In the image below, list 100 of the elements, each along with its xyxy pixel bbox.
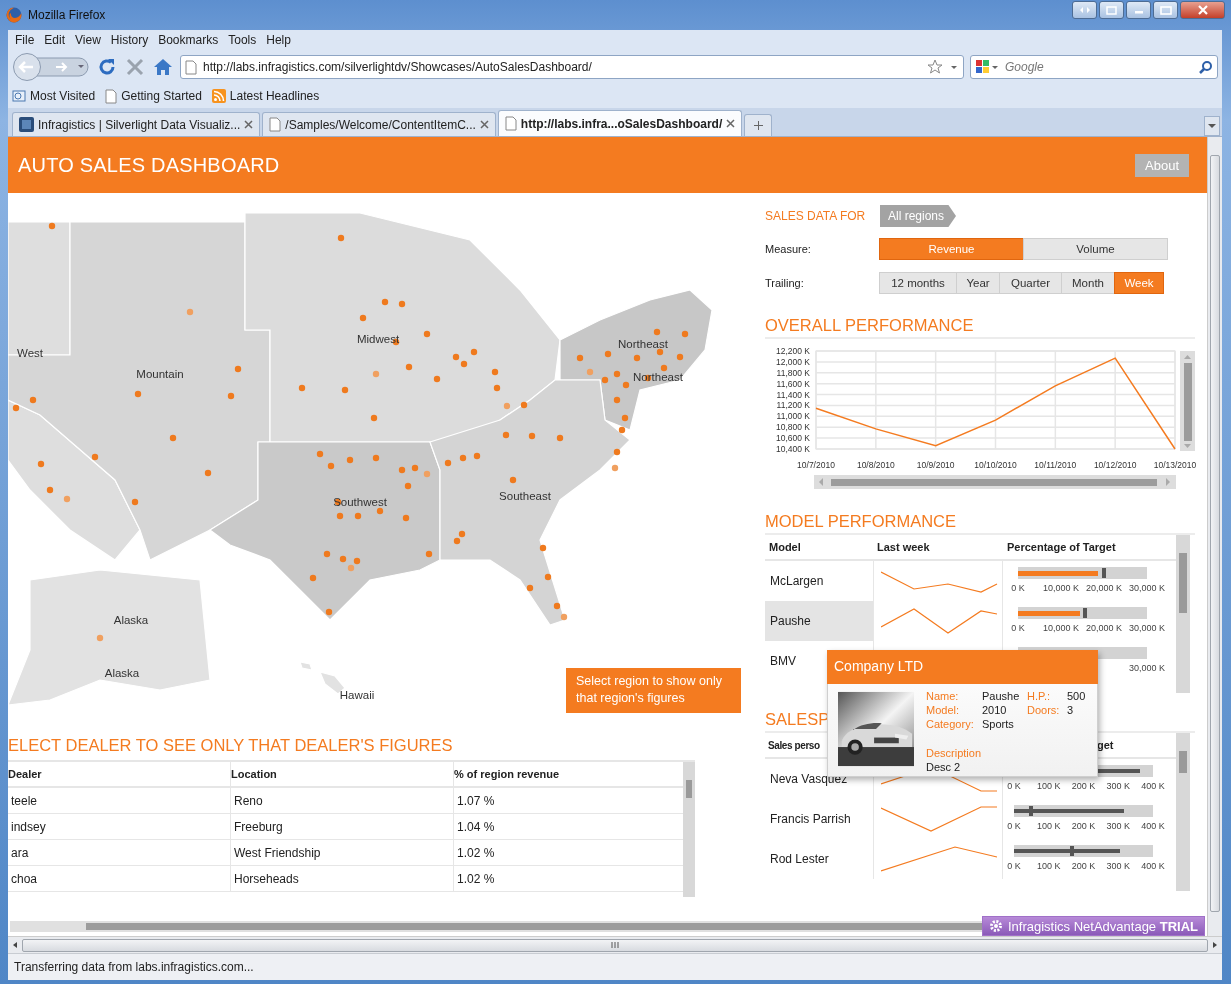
table-cell: West Friendship	[230, 840, 453, 866]
browser-tab[interactable]: Infragistics | Silverlight Data Visualiz...	[12, 112, 261, 136]
address-field[interactable]: http://labs.infragistics.com/silverlightdv/Showcases/AutoSalesDashboard/	[180, 55, 964, 79]
scrollbar[interactable]	[1180, 351, 1195, 451]
search-field[interactable]: Google	[1003, 59, 1195, 75]
axis-label: 400 K	[1141, 821, 1165, 831]
close-icon	[1196, 5, 1209, 15]
new-tab-button[interactable]	[744, 114, 773, 136]
axis-label: 300 K	[1106, 821, 1130, 831]
menu-item[interactable]: View	[70, 33, 106, 47]
period-toggle[interactable]: Month	[1061, 272, 1115, 294]
region-label: Southwest	[333, 496, 387, 508]
home-button[interactable]	[152, 56, 174, 78]
table-cell: Horseheads	[230, 866, 453, 892]
close-button[interactable]	[1180, 1, 1225, 19]
axis-label: 10/8/2010	[856, 460, 895, 470]
browser-tab[interactable]: /Samples/Welcome/ContentItemC...	[262, 112, 496, 136]
location-dots-drawing[interactable]	[12, 222, 689, 642]
table-cell: ara	[8, 840, 230, 866]
bookmark-link[interactable]: Most Visited	[30, 89, 96, 103]
axis-label: 10/10/2010	[974, 460, 1017, 470]
menu-item[interactable]: File	[10, 33, 40, 47]
menu-item[interactable]: Edit	[39, 33, 71, 47]
scrollbar[interactable]	[1176, 535, 1190, 693]
table-cell: choa	[8, 866, 230, 892]
table-cell: teele	[8, 788, 230, 814]
menu-item[interactable]: Bookmarks	[153, 33, 224, 47]
page-icon	[269, 117, 282, 132]
site-logo-icon	[19, 117, 34, 132]
axis-label: 30,000 K	[1129, 583, 1165, 593]
menu-item[interactable]: Help	[261, 33, 296, 47]
page-icon	[185, 59, 197, 75]
region-label: Alaska	[104, 667, 140, 679]
axis-label: 100 K	[1037, 781, 1061, 791]
column-header[interactable]: Location	[230, 762, 453, 788]
axis-label: 12,200 K	[775, 346, 810, 356]
axis-label: 0 K	[1011, 623, 1025, 633]
back-forward-button[interactable]	[12, 52, 90, 82]
region-label: Southeast	[499, 490, 551, 502]
caret-icon	[1208, 123, 1216, 129]
field-label: Name:	[926, 690, 960, 704]
table-cell[interactable]: Paushe	[765, 601, 873, 641]
section-title: OVERALL PERFORMANCE	[765, 313, 1195, 339]
search-icon[interactable]	[1199, 60, 1213, 74]
bookmark-link[interactable]: Latest Headlines	[229, 89, 320, 103]
field-label: Doors:	[1027, 704, 1061, 718]
period-toggle[interactable]: Year	[956, 272, 1000, 294]
maximize-button[interactable]	[1153, 1, 1178, 19]
scroll-right-icon[interactable]	[1211, 941, 1219, 949]
scrollbar[interactable]	[1176, 733, 1190, 891]
table-cell[interactable]: McLargen	[765, 561, 873, 601]
firefox-logo-icon	[6, 7, 22, 23]
axis-label: 11,600 K	[776, 378, 810, 389]
search-engine-icon[interactable]	[975, 59, 999, 75]
scrollbar[interactable]	[1207, 137, 1222, 936]
table-cell: 1.02 %	[453, 840, 683, 866]
axis-label: 20,000 K	[1086, 623, 1122, 633]
axis-label: 11,200 K	[776, 400, 810, 411]
column-header[interactable]: Dealer	[8, 762, 230, 788]
axis-label: 100 K	[1037, 861, 1061, 871]
field-label: Category:	[926, 718, 975, 732]
bookmark-star-icon[interactable]	[927, 59, 943, 75]
window-icon	[1105, 5, 1118, 15]
browser-tab[interactable]: http://labs.infra...oSalesDashboard/	[497, 110, 743, 136]
axis-label: 12,000 K	[775, 356, 810, 367]
axis-label: 200 K	[1071, 821, 1096, 831]
column-header[interactable]: Last week	[873, 535, 1003, 561]
axis-label: 0 K	[1007, 821, 1021, 831]
page-icon	[504, 116, 517, 131]
menu-item[interactable]: Tools	[223, 33, 262, 47]
period-toggle[interactable]: Quarter	[999, 272, 1062, 294]
minimize-button[interactable]	[1126, 1, 1151, 19]
table-cell: 1.07 %	[453, 788, 683, 814]
scrollbar[interactable]	[683, 762, 695, 897]
region-label: West	[17, 347, 43, 359]
window-button[interactable]	[1072, 1, 1097, 19]
measure-toggle[interactable]: Volume	[1023, 238, 1168, 260]
gear-icon	[988, 919, 1003, 933]
axis-label: 200 K	[1071, 781, 1096, 791]
bookmark-link[interactable]: Getting Started	[121, 89, 202, 103]
scroll-left-icon[interactable]	[11, 941, 19, 949]
column-header[interactable]: Model	[765, 535, 873, 561]
scrollbar[interactable]	[814, 475, 1176, 489]
trailing-label: Trailing:	[765, 277, 805, 289]
trial-text: Infragistics NetAdvantage TRIAL	[1007, 918, 1198, 934]
tooltip-title: Company LTD	[827, 650, 1098, 684]
tab-list-button[interactable]	[1204, 116, 1220, 136]
search-bar[interactable]: Google	[970, 55, 1218, 79]
region-label: Northeast	[633, 371, 683, 383]
menu-item[interactable]: History	[105, 33, 154, 47]
region-label: Midwest	[356, 333, 400, 345]
period-toggle[interactable]: 12 months	[879, 272, 957, 294]
scrollbar[interactable]	[8, 936, 1222, 953]
axis-label: 10/11/2010	[1034, 460, 1077, 470]
scrollbar[interactable]	[10, 920, 982, 932]
axis-label: 0 K	[1007, 781, 1021, 791]
axis-label: 10,000 K	[1043, 583, 1079, 593]
column-header[interactable]: % of region revenue	[453, 762, 683, 788]
axis-label: 100 K	[1037, 821, 1061, 831]
window-button[interactable]	[1099, 1, 1124, 19]
